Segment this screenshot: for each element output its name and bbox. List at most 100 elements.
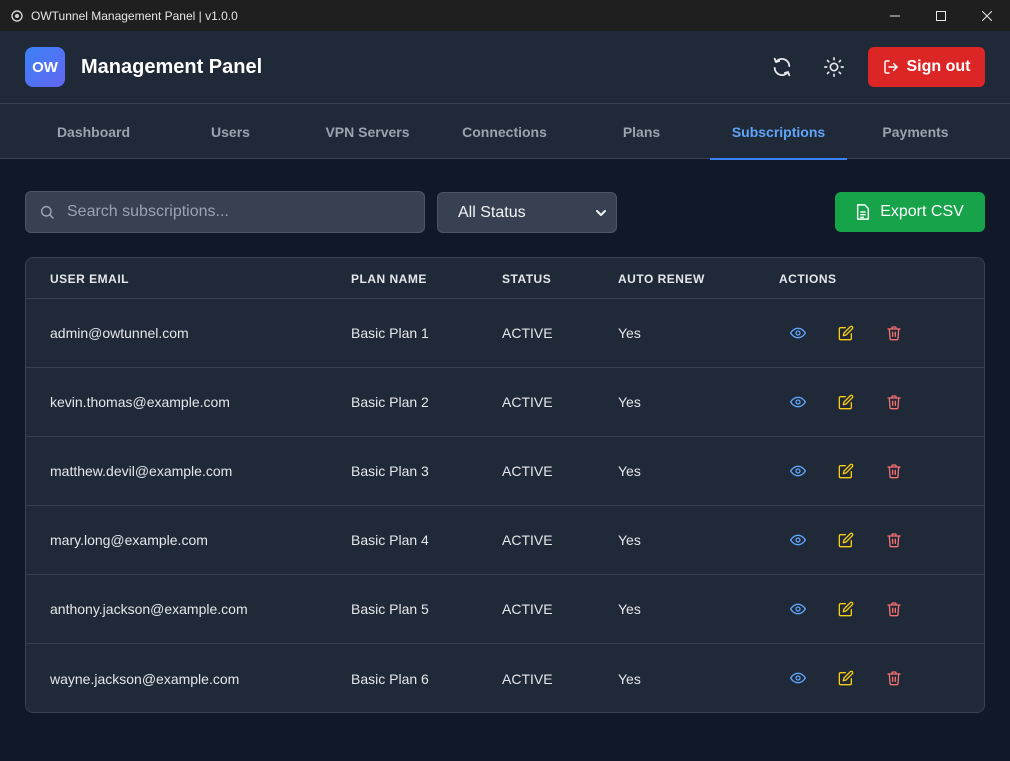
- search-icon: [40, 205, 54, 219]
- cell-user-email: anthony.jackson@example.com: [50, 601, 248, 617]
- view-button[interactable]: [786, 321, 810, 345]
- trash-icon: [886, 325, 902, 341]
- cell-auto-renew: Yes: [618, 325, 641, 341]
- eye-icon: [790, 670, 806, 686]
- toolbar: All Status Export CSV: [25, 191, 985, 233]
- header-user-email: USER EMAIL: [50, 271, 130, 286]
- cell-plan-name: Basic Plan 4: [351, 532, 429, 548]
- cell-status: ACTIVE: [502, 670, 553, 687]
- edit-button[interactable]: [834, 321, 858, 345]
- cell-user-email: mary.long@example.com: [50, 532, 208, 548]
- nav-tabs: Dashboard Users VPN Servers Connections …: [0, 104, 1010, 160]
- cell-user-email: matthew.devil@example.com: [50, 463, 233, 479]
- table-body: admin@owtunnel.com Basic Plan 1 ACTIVE Yes k…: [26, 299, 984, 712]
- maximize-button[interactable]: [918, 0, 964, 31]
- edit-button[interactable]: [834, 528, 858, 552]
- view-button[interactable]: [786, 666, 810, 690]
- view-button[interactable]: [786, 528, 810, 552]
- cell-auto-renew: Yes: [618, 463, 641, 479]
- close-window-button[interactable]: [964, 0, 1010, 31]
- eye-icon: [790, 394, 806, 410]
- eye-icon: [790, 325, 806, 341]
- eye-icon: [790, 463, 806, 479]
- delete-button[interactable]: [882, 459, 906, 483]
- cell-plan-name: Basic Plan 2: [351, 394, 429, 410]
- sign-out-label: Sign out: [906, 58, 971, 75]
- tab-dashboard[interactable]: Dashboard: [25, 104, 162, 159]
- cell-status: ACTIVE: [502, 532, 553, 548]
- trash-icon: [886, 532, 902, 548]
- tab-payments[interactable]: Payments: [847, 104, 984, 159]
- header-plan-name: PLAN NAME: [351, 271, 427, 286]
- cell-status: ACTIVE: [502, 325, 553, 341]
- tab-subscriptions[interactable]: Subscriptions: [710, 104, 847, 160]
- table-row: kevin.thomas@example.com Basic Plan 2 ACTI…: [26, 368, 984, 437]
- edit-button[interactable]: [834, 597, 858, 621]
- view-button[interactable]: [786, 597, 810, 621]
- app-icon: [9, 8, 25, 24]
- sun-icon: [824, 57, 844, 77]
- cell-plan-name: Basic Plan 5: [351, 601, 429, 617]
- cell-auto-renew: Yes: [618, 532, 641, 548]
- trash-icon: [886, 463, 902, 479]
- sign-out-icon: [883, 60, 898, 74]
- file-icon: [857, 204, 870, 220]
- logo: OW: [25, 47, 65, 87]
- view-button[interactable]: [786, 459, 810, 483]
- app-header: OW Management Panel Sign out: [0, 31, 1010, 104]
- refresh-button[interactable]: [764, 49, 800, 85]
- edit-button[interactable]: [834, 459, 858, 483]
- view-button[interactable]: [786, 390, 810, 414]
- cell-status: ACTIVE: [502, 394, 553, 410]
- edit-icon: [838, 601, 854, 617]
- export-csv-button[interactable]: Export CSV: [835, 192, 985, 232]
- refresh-icon: [773, 57, 791, 77]
- edit-button[interactable]: [834, 390, 858, 414]
- cell-user-email: kevin.thomas@example.com: [50, 394, 230, 410]
- cell-auto-renew: Yes: [618, 394, 641, 410]
- trash-icon: [886, 394, 902, 410]
- cell-user-email: admin@owtunnel.com: [50, 325, 189, 341]
- tab-plans[interactable]: Plans: [573, 104, 710, 159]
- sign-out-button[interactable]: Sign out: [868, 47, 985, 87]
- delete-button[interactable]: [882, 528, 906, 552]
- eye-icon: [790, 601, 806, 617]
- export-csv-label: Export CSV: [880, 203, 964, 220]
- delete-button[interactable]: [882, 390, 906, 414]
- status-filter-select[interactable]: All Status: [437, 192, 617, 233]
- tab-connections[interactable]: Connections: [436, 104, 573, 159]
- table-row: wayne.jackson@example.com Basic Plan 6 ACT…: [26, 644, 984, 712]
- edit-icon: [838, 325, 854, 341]
- eye-icon: [790, 532, 806, 548]
- edit-icon: [838, 394, 854, 410]
- cell-auto-renew: Yes: [618, 670, 641, 687]
- cell-plan-name: Basic Plan 1: [351, 325, 429, 341]
- page-title: Management Panel: [81, 55, 263, 78]
- table-row: matthew.devil@example.com Basic Plan 3 ACT…: [26, 437, 984, 506]
- tab-vpn-servers[interactable]: VPN Servers: [299, 104, 436, 159]
- table-row: admin@owtunnel.com Basic Plan 1 ACTIVE Yes: [26, 299, 984, 368]
- window-title: OWTunnel Management Panel | v1.0.0: [31, 8, 238, 23]
- edit-icon: [838, 463, 854, 479]
- delete-button[interactable]: [882, 321, 906, 345]
- delete-button[interactable]: [882, 666, 906, 690]
- chevron-down-icon: [596, 210, 606, 216]
- table-header: USER EMAIL PLAN NAME STATUS AUTO RENEW A…: [26, 258, 984, 299]
- search-box: [25, 191, 425, 233]
- cell-plan-name: Basic Plan 6: [351, 670, 429, 687]
- cell-user-email: wayne.jackson@example.com: [50, 670, 240, 687]
- edit-button[interactable]: [834, 666, 858, 690]
- minimize-button[interactable]: [872, 0, 918, 31]
- theme-toggle-button[interactable]: [816, 49, 852, 85]
- cell-plan-name: Basic Plan 3: [351, 463, 429, 479]
- header-actions: ACTIONS: [779, 271, 837, 286]
- search-input[interactable]: [67, 203, 387, 221]
- cell-status: ACTIVE: [502, 463, 553, 479]
- delete-button[interactable]: [882, 597, 906, 621]
- status-filter-value: All Status: [458, 203, 526, 221]
- cell-status: ACTIVE: [502, 601, 553, 617]
- cell-auto-renew: Yes: [618, 601, 641, 617]
- trash-icon: [886, 601, 902, 617]
- header-auto-renew: AUTO RENEW: [618, 271, 705, 286]
- tab-users[interactable]: Users: [162, 104, 299, 159]
